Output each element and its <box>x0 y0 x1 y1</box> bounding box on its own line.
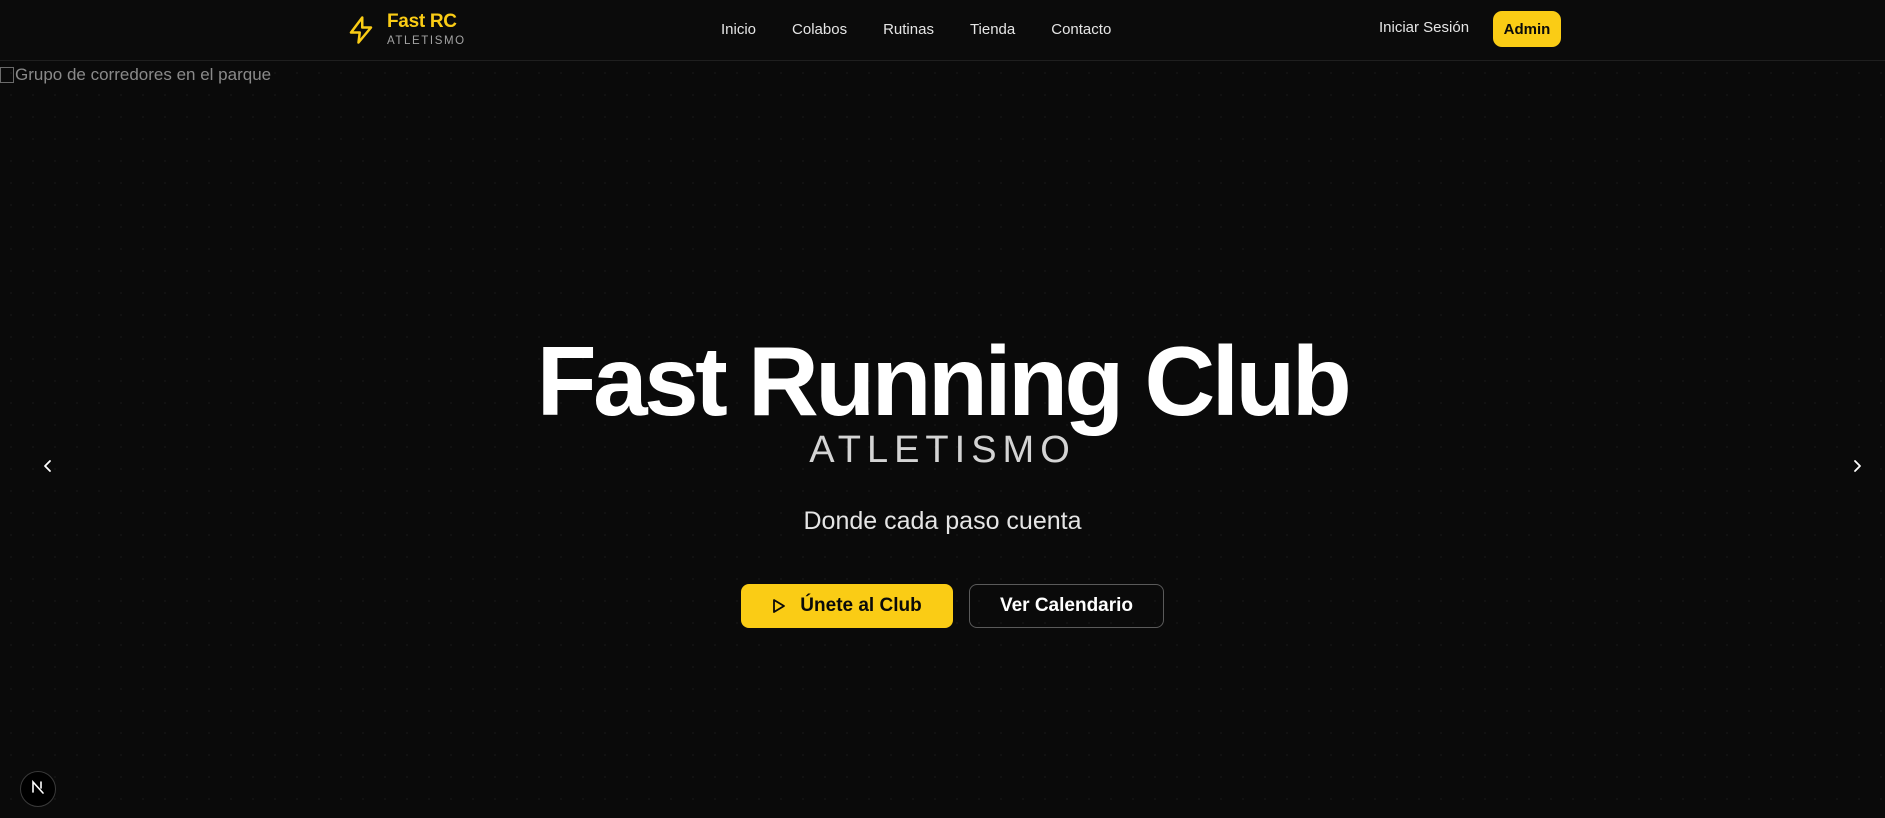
join-club-button[interactable]: Únete al Club <box>741 584 953 628</box>
login-link[interactable]: Iniciar Sesión <box>1379 19 1469 36</box>
hero-section: Grupo de corredores en el parque Fast Ru… <box>0 62 1885 818</box>
nav-link-contacto[interactable]: Contacto <box>1051 21 1111 38</box>
brand-subtitle: ATLETISMO <box>387 35 466 47</box>
nextjs-logo-icon <box>30 779 46 800</box>
chevron-right-icon <box>1851 459 1863 478</box>
join-club-label: Únete al Club <box>800 595 922 616</box>
nav-link-colabos[interactable]: Colabos <box>792 21 847 38</box>
nav-link-tienda[interactable]: Tienda <box>970 21 1015 38</box>
hero-tagline: Donde cada paso cuenta <box>803 507 1082 535</box>
hero-subtitle: ATLETISMO <box>809 429 1076 471</box>
brand-logo[interactable]: Fast RC ATLETISMO <box>345 9 466 51</box>
lightning-bolt-icon <box>345 14 377 46</box>
nav-link-rutinas[interactable]: Rutinas <box>883 21 934 38</box>
hero-image-alt-text: Grupo de corredores en el parque <box>15 65 272 84</box>
main-nav: Inicio Colabos Rutinas Tienda Contacto <box>721 0 1111 58</box>
navbar: Fast RC ATLETISMO Inicio Colabos Rutinas… <box>0 0 1885 61</box>
carousel-next-button[interactable] <box>1845 456 1869 480</box>
view-calendar-button[interactable]: Ver Calendario <box>969 584 1164 628</box>
nav-link-inicio[interactable]: Inicio <box>721 21 756 38</box>
brand-title: Fast RC <box>387 11 457 32</box>
hero-image: Grupo de corredores en el parque <box>0 65 271 85</box>
play-icon <box>772 598 786 614</box>
brand-text: Fast RC ATLETISMO <box>387 11 466 49</box>
admin-button[interactable]: Admin <box>1493 11 1561 47</box>
nextjs-dev-badge[interactable] <box>20 771 56 807</box>
broken-image-icon <box>0 67 14 83</box>
hero-title: Fast Running Club <box>536 326 1352 436</box>
